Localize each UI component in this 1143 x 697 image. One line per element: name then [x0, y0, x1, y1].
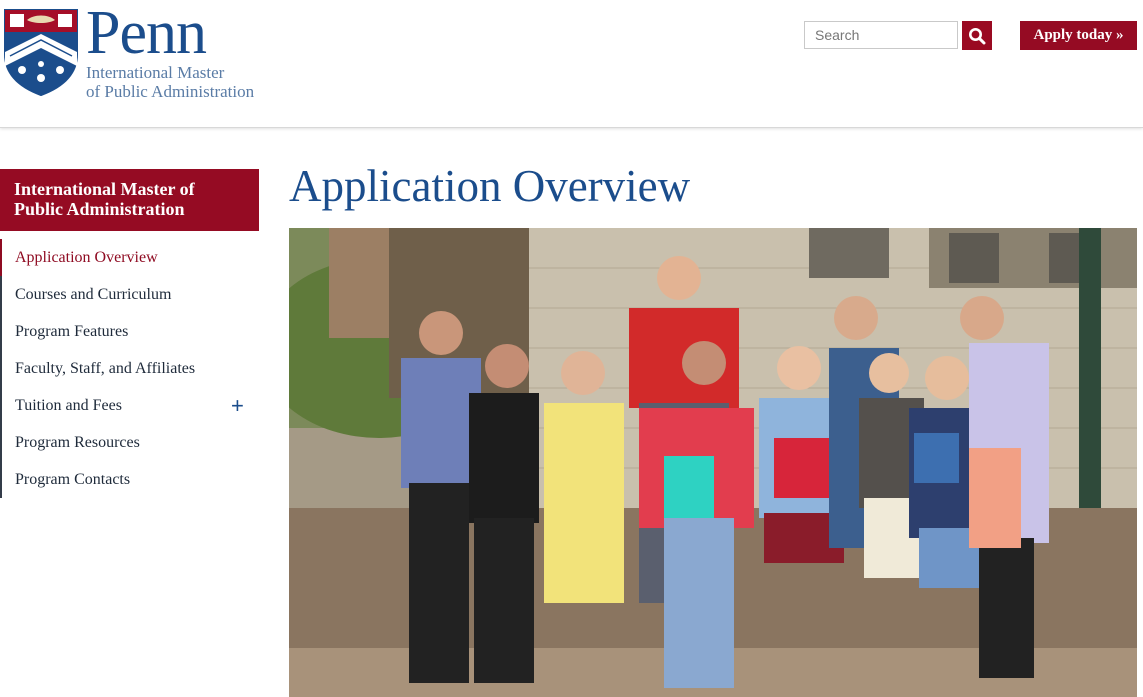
logo-wordmark[interactable]: Penn: [86, 0, 207, 66]
sidebar-item-label: Application Overview: [15, 248, 158, 266]
search-icon: [969, 27, 986, 44]
sidebar-nav: Application Overview Courses and Curricu…: [0, 239, 259, 498]
sidebar-item-program-resources[interactable]: Program Resources: [0, 424, 259, 461]
page-title: Application Overview: [289, 161, 691, 211]
sidebar-item-label: Program Resources: [15, 433, 140, 451]
sidebar-item-tuition-and-fees[interactable]: Tuition and Fees +: [0, 387, 259, 424]
sidebar-item-label: Tuition and Fees: [15, 396, 122, 414]
sidebar-item-label: Program Features: [15, 322, 129, 340]
sidebar-item-application-overview[interactable]: Application Overview: [0, 239, 259, 276]
search-button[interactable]: [962, 21, 992, 50]
penn-shield-icon[interactable]: [2, 8, 80, 96]
group-photo-illustration: [289, 228, 1137, 697]
sidebar-item-label: Program Contacts: [15, 470, 131, 488]
hero-photo: [289, 228, 1137, 697]
sidebar-item-faculty-staff-affiliates[interactable]: Faculty, Staff, and Affiliates: [0, 350, 259, 387]
sidebar-title[interactable]: International Master of Public Administr…: [0, 169, 259, 231]
logo-subtitle-line1: International Master: [86, 63, 225, 82]
logo-subtitle-line2: of Public Administration: [86, 82, 255, 101]
logo-subtitle: International Master of Public Administr…: [86, 63, 254, 101]
sidebar-title-line2: Public Administration: [14, 199, 185, 219]
search-input[interactable]: [804, 21, 958, 49]
sidebar-item-courses-and-curriculum[interactable]: Courses and Curriculum: [0, 276, 259, 313]
site-header: Penn International Master of Public Admi…: [0, 0, 1143, 128]
apply-today-button[interactable]: Apply today »: [1020, 21, 1137, 50]
plus-icon[interactable]: +: [231, 394, 244, 417]
sidebar-item-program-features[interactable]: Program Features: [0, 313, 259, 350]
sidebar-item-label: Faculty, Staff, and Affiliates: [15, 359, 196, 377]
sidebar-item-program-contacts[interactable]: Program Contacts: [0, 461, 259, 498]
sidebar-item-label: Courses and Curriculum: [15, 285, 172, 303]
sidebar-title-line1: International Master of: [14, 179, 195, 199]
